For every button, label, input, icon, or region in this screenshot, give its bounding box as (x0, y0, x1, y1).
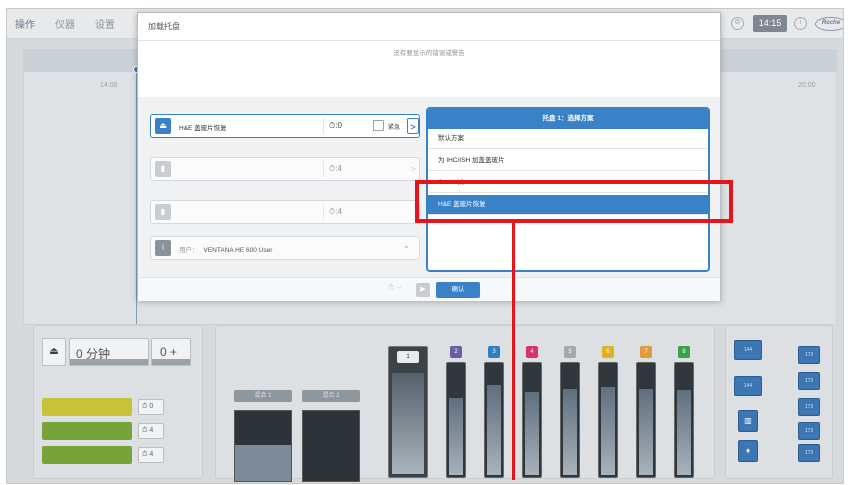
reagent-bottle[interactable] (522, 362, 542, 478)
tray-timer: ⏱:4 (323, 161, 367, 177)
slide-timer: ⏱ 4 (138, 447, 164, 463)
bulk-reagent-tag: 1 (397, 351, 419, 363)
slide-timer: ⏱ 4 (138, 423, 164, 439)
load-tray-dialog: 加载托盘 没有要显示的错误或警告 ⏏ H&E 盖玻片恢复 ⏱:0 紧急 > ▮ … (137, 12, 721, 301)
user-prefix: 用户： (179, 247, 199, 254)
small-tray[interactable]: 173 (798, 422, 820, 440)
protocol-option[interactable]: 默认方案 (428, 129, 708, 149)
reagent-bottle[interactable] (598, 362, 618, 478)
count-value: 0 + (160, 345, 178, 359)
mix-fill (235, 445, 291, 481)
reagent-fill (449, 398, 463, 475)
tray-row-3[interactable]: ▮ ⏱:4 (150, 200, 420, 224)
tray-row-2[interactable]: ▮ ⏱:4 > (150, 157, 420, 181)
annotation-highlight-box (415, 180, 733, 223)
reagent-fill (525, 392, 539, 475)
annotation-pointer-line (512, 223, 515, 480)
chevron-right-icon[interactable]: > (407, 118, 419, 134)
confirm-button[interactable]: 确认 (436, 282, 480, 298)
tab-settings[interactable]: 设置 (95, 16, 115, 31)
gear-icon[interactable]: ⚙ (731, 17, 744, 30)
slide-timer: ⏱ 0 (138, 399, 164, 415)
mix-label: 混合 1 (234, 390, 292, 402)
tray-protocol-label: H&E 盖玻片恢复 (179, 125, 227, 132)
small-tray[interactable]: 173 (798, 346, 820, 364)
urgent-checkbox[interactable]: 紧急 (371, 118, 407, 134)
mix-container[interactable] (234, 410, 292, 482)
tab-operations[interactable]: 操作 (15, 16, 35, 31)
reagent-tag: 6 (602, 346, 614, 358)
reagent-tag: 5 (564, 346, 576, 358)
dialog-message: 没有要显示的错误或警告 (393, 50, 465, 57)
checkbox-square[interactable] (373, 120, 384, 131)
reagent-tag: 4 (526, 346, 538, 358)
count-display: 0 + (151, 338, 191, 366)
chevron-right-icon[interactable]: > (407, 161, 419, 177)
protocol-header: 托盘 1：选择方案 (428, 109, 708, 129)
tray-slot[interactable]: 144 (734, 376, 762, 396)
reagent-bottle[interactable] (636, 362, 656, 478)
reagent-bottle[interactable] (560, 362, 580, 478)
user-value: VENTANA HE 600 User (203, 247, 273, 254)
reagent-tag: 7 (640, 346, 652, 358)
roche-logo: Roche (815, 17, 843, 31)
tray-timer: ⏱:4 (323, 204, 367, 220)
mix-container[interactable] (302, 410, 360, 482)
slide-bar-green[interactable] (42, 446, 132, 464)
slide-bar-green[interactable] (42, 422, 132, 440)
duration-bar (70, 359, 148, 365)
eject-icon: ⏏ (49, 346, 59, 357)
dialog-footer: ⏱ -- ▶ 确认 (138, 277, 720, 301)
play-icon[interactable]: ▶ (416, 283, 430, 297)
user-label: 用户： VENTANA HE 600 User (179, 244, 272, 254)
reagent-fill (563, 389, 577, 475)
clock-display: 14:15 (753, 15, 787, 32)
slot-icon: ▮ (155, 204, 171, 220)
dialog-title: 加载托盘 (148, 22, 180, 31)
tray-panel: 144 144 ▥ ♦ 173 173 173 173 173 (725, 325, 833, 479)
tab-instrument[interactable]: 仪器 (55, 16, 75, 31)
reagent-fill (639, 389, 653, 475)
urgent-label: 紧急 (388, 125, 401, 131)
slide-status-panel: ⏏ 0 分钟 0 + ⏱ 0 ⏱ 4 ⏱ 4 (33, 325, 203, 479)
footer-timer: ⏱ -- (388, 283, 402, 292)
timeline-end-label: 20:00 (798, 82, 816, 89)
reagent-bottle[interactable] (674, 362, 694, 478)
reagent-bottle[interactable] (484, 362, 504, 478)
user-icon: i (155, 240, 171, 256)
eject-icon[interactable]: ⏏ (155, 118, 171, 134)
reagent-fill (487, 385, 501, 475)
reagent-fill (601, 387, 615, 475)
slide-bar-yellow[interactable] (42, 398, 132, 416)
chevron-down-icon[interactable]: ⌄ (403, 241, 410, 250)
mix-label: 混合 2 (302, 390, 360, 402)
small-tray[interactable]: 173 (798, 372, 820, 390)
tray-timer: ⏱:0 (323, 118, 367, 134)
bulk-reagent-fill (392, 373, 424, 474)
duration-display: 0 分钟 (69, 338, 149, 366)
small-tray[interactable]: 173 (798, 444, 820, 462)
reagent-fill (677, 390, 691, 475)
reagent-panel: 混合 1 混合 2 1 2 3 4 5 6 7 8 (215, 325, 715, 482)
timeline-start-label: 14:00 (100, 82, 118, 89)
tray-slot[interactable]: 144 (734, 340, 762, 360)
count-bar (152, 359, 190, 365)
bulk-reagent[interactable]: 1 (388, 346, 428, 478)
reagent-tag: 8 (678, 346, 690, 358)
reagent-tag: 2 (450, 346, 462, 358)
info-icon[interactable]: i (794, 17, 807, 30)
waste-icon[interactable]: ▥ (738, 410, 758, 432)
small-tray[interactable]: 173 (798, 398, 820, 416)
eject-button[interactable]: ⏏ (42, 338, 66, 366)
tray-row-1[interactable]: ⏏ H&E 盖玻片恢复 ⏱:0 紧急 > (150, 114, 420, 138)
slot-icon: ▮ (155, 161, 171, 177)
drop-icon[interactable]: ♦ (738, 440, 758, 462)
dialog-header: 加载托盘 (138, 13, 720, 41)
protocol-option[interactable]: 为 IHC/ISH 加盖盖玻片 (428, 151, 708, 171)
reagent-bottle[interactable] (446, 362, 466, 478)
user-select[interactable]: i 用户： VENTANA HE 600 User ⌄ (150, 236, 420, 260)
reagent-tag: 3 (488, 346, 500, 358)
